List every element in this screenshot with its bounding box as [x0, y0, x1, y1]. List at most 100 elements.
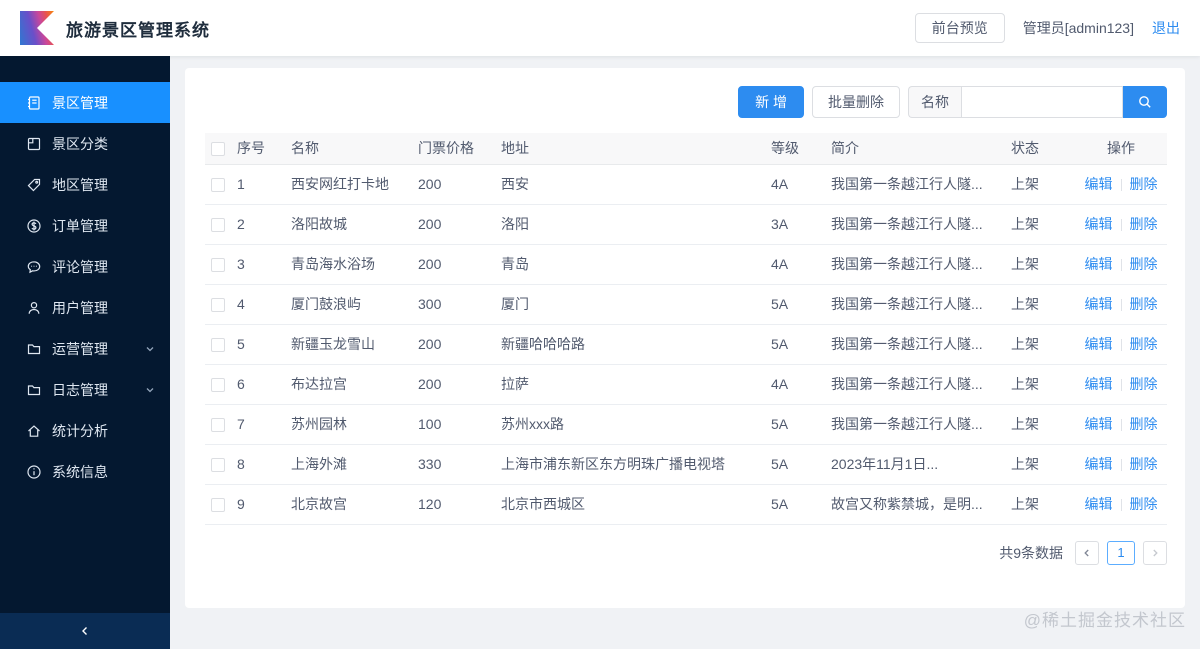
delete-link[interactable]: 删除	[1130, 176, 1158, 192]
sidebar-item-order-management[interactable]: 订单管理	[0, 205, 170, 246]
logout-link[interactable]: 退出	[1152, 18, 1180, 38]
cell-index: 4	[231, 284, 285, 325]
search-group: 名称	[908, 86, 1167, 118]
delete-link[interactable]: 删除	[1130, 296, 1158, 312]
sidebar-item-scenic-category[interactable]: 景区分类	[0, 123, 170, 164]
cell-intro: 故宫又称紫禁城，是明...	[825, 484, 1005, 525]
row-checkbox[interactable]	[211, 498, 225, 513]
row-checkbox[interactable]	[211, 178, 225, 193]
prev-page-button[interactable]	[1075, 540, 1099, 565]
cell-status: 上架	[1005, 404, 1075, 445]
divider	[1120, 219, 1122, 232]
delete-link[interactable]: 删除	[1130, 496, 1158, 512]
sidebar-collapse-button[interactable]	[0, 613, 170, 649]
delete-link[interactable]: 删除	[1130, 336, 1158, 352]
comment-icon	[26, 259, 42, 275]
edit-link[interactable]: 编辑	[1085, 336, 1113, 352]
scenic-table: 序号 名称 门票价格 地址 等级 简介 状态 操作 1 西安网红打卡地 200 …	[205, 133, 1167, 525]
divider	[1120, 179, 1122, 192]
cell-intro: 我国第一条越江行人隧...	[825, 324, 1005, 365]
row-checkbox[interactable]	[211, 218, 225, 233]
edit-link[interactable]: 编辑	[1085, 416, 1113, 432]
current-page-button[interactable]: 1	[1107, 540, 1135, 565]
edit-link[interactable]: 编辑	[1085, 216, 1113, 232]
sidebar-item-statistics[interactable]: 统计分析	[0, 410, 170, 451]
sidebar-item-label: 订单管理	[52, 217, 108, 234]
row-checkbox[interactable]	[211, 338, 225, 353]
cell-address: 新疆哈哈哈路	[495, 324, 765, 365]
cell-intro: 我国第一条越江行人隧...	[825, 404, 1005, 445]
cell-price: 200	[412, 364, 495, 405]
edit-link[interactable]: 编辑	[1085, 496, 1113, 512]
cell-index: 6	[231, 364, 285, 405]
table-row: 4 厦门鼓浪屿 300 厦门 5A 我国第一条越江行人隧... 上架 编辑 删除	[205, 284, 1167, 325]
batch-delete-button[interactable]: 批量删除	[812, 86, 900, 118]
sidebar-item-operation-management[interactable]: 运营管理	[0, 328, 170, 369]
sidebar-item-region-management[interactable]: 地区管理	[0, 164, 170, 205]
search-button[interactable]	[1123, 86, 1167, 118]
delete-link[interactable]: 删除	[1130, 456, 1158, 472]
divider	[1120, 299, 1122, 312]
table-toolbar: 新 增 批量删除 名称	[205, 86, 1167, 118]
front-preview-button[interactable]: 前台预览	[914, 13, 1005, 43]
cell-address: 洛阳	[495, 204, 765, 245]
chevron-left-icon	[78, 624, 92, 638]
cell-address: 青岛	[495, 244, 765, 285]
cell-status: 上架	[1005, 484, 1075, 525]
sidebar: 景区管理 景区分类 地区管理 订单管理 评论管理 用户管理 运营管理 日志管理 …	[0, 56, 170, 649]
delete-link[interactable]: 删除	[1130, 216, 1158, 232]
row-checkbox[interactable]	[211, 418, 225, 433]
table-row: 1 西安网红打卡地 200 西安 4A 我国第一条越江行人隧... 上架 编辑 删…	[205, 164, 1167, 205]
column-header-level: 等级	[765, 133, 825, 165]
cell-level: 3A	[765, 204, 825, 245]
delete-link[interactable]: 删除	[1130, 256, 1158, 272]
watermark-text: @稀土掘金技术社区	[1023, 611, 1186, 630]
user-icon	[26, 300, 42, 316]
add-button[interactable]: 新 增	[738, 86, 804, 118]
table-row: 8 上海外滩 330 上海市浦东新区东方明珠广播电视塔 5A 2023年11月1…	[205, 444, 1167, 485]
divider	[1120, 379, 1122, 392]
cell-price: 100	[412, 404, 495, 445]
folder-icon	[26, 382, 42, 398]
app-logo-icon	[20, 11, 54, 45]
sidebar-item-label: 景区分类	[52, 135, 108, 152]
search-input[interactable]	[961, 86, 1123, 118]
delete-link[interactable]: 删除	[1130, 376, 1158, 392]
search-field-label: 名称	[908, 86, 961, 118]
cell-intro: 我国第一条越江行人隧...	[825, 204, 1005, 245]
sidebar-item-scenic-management[interactable]: 景区管理	[0, 82, 170, 123]
sidebar-item-comment-management[interactable]: 评论管理	[0, 246, 170, 287]
cell-index: 5	[231, 324, 285, 365]
cell-name: 新疆玉龙雪山	[285, 324, 412, 365]
row-checkbox[interactable]	[211, 298, 225, 313]
cell-index: 7	[231, 404, 285, 445]
row-checkbox[interactable]	[211, 258, 225, 273]
cell-status: 上架	[1005, 204, 1075, 245]
next-page-button[interactable]	[1143, 540, 1167, 565]
edit-link[interactable]: 编辑	[1085, 376, 1113, 392]
edit-link[interactable]: 编辑	[1085, 296, 1113, 312]
row-checkbox[interactable]	[211, 458, 225, 473]
sidebar-item-log-management[interactable]: 日志管理	[0, 369, 170, 410]
edit-link[interactable]: 编辑	[1085, 256, 1113, 272]
row-checkbox[interactable]	[211, 378, 225, 393]
cell-level: 5A	[765, 284, 825, 325]
cell-address: 苏州xxx路	[495, 404, 765, 445]
select-all-checkbox[interactable]	[211, 142, 225, 157]
cell-status: 上架	[1005, 444, 1075, 485]
column-header-address: 地址	[495, 133, 765, 165]
cell-status: 上架	[1005, 244, 1075, 285]
edit-link[interactable]: 编辑	[1085, 456, 1113, 472]
column-header-index: 序号	[231, 133, 285, 165]
delete-link[interactable]: 删除	[1130, 416, 1158, 432]
cell-price: 120	[412, 484, 495, 525]
sidebar-item-user-management[interactable]: 用户管理	[0, 287, 170, 328]
sidebar-item-label: 运营管理	[52, 340, 108, 357]
cell-index: 8	[231, 444, 285, 485]
current-user-label: 管理员[admin123]	[1022, 20, 1134, 36]
chevron-down-icon	[144, 343, 156, 355]
tag-icon	[26, 177, 42, 193]
sidebar-item-system-info[interactable]: 系统信息	[0, 451, 170, 492]
cell-status: 上架	[1005, 284, 1075, 325]
edit-link[interactable]: 编辑	[1085, 176, 1113, 192]
